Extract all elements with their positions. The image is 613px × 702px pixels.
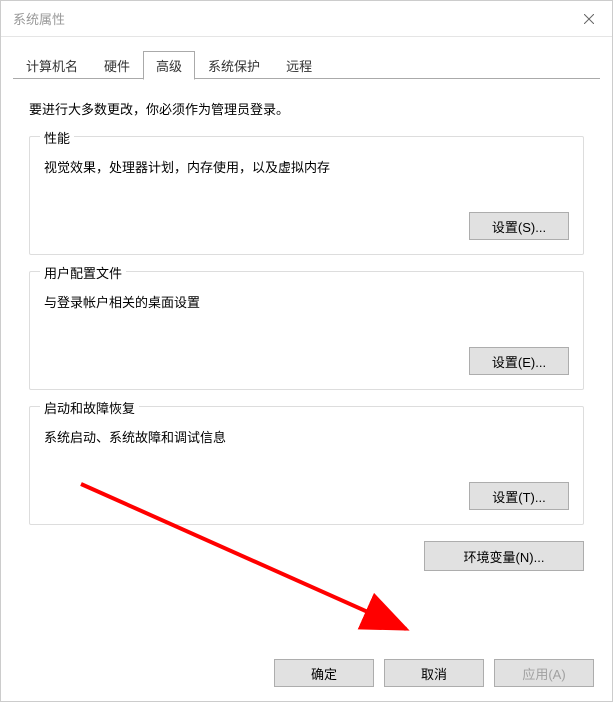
close-button[interactable] <box>566 1 612 37</box>
titlebar: 系统属性 <box>1 1 612 37</box>
user-profiles-group: 用户配置文件 与登录帐户相关的桌面设置 设置(E)... <box>29 271 584 390</box>
tab-strip: 计算机名 硬件 高级 系统保护 远程 <box>13 51 600 79</box>
environment-variables-button[interactable]: 环境变量(N)... <box>424 541 584 571</box>
startup-recovery-title: 启动和故障恢复 <box>40 398 139 417</box>
ok-button[interactable]: 确定 <box>274 659 374 687</box>
performance-desc: 视觉效果，处理器计划，内存使用，以及虚拟内存 <box>44 157 569 176</box>
close-icon <box>584 14 594 24</box>
tab-system-protection[interactable]: 系统保护 <box>195 51 273 79</box>
tab-computer-name[interactable]: 计算机名 <box>13 51 91 79</box>
dialog-buttons: 确定 取消 应用(A) <box>1 645 612 701</box>
performance-settings-button[interactable]: 设置(S)... <box>469 212 569 240</box>
admin-notice: 要进行大多数更改，你必须作为管理员登录。 <box>29 99 584 118</box>
system-properties-window: 系统属性 计算机名 硬件 高级 系统保护 远程 要进行大多数更改，你必须作为管理… <box>0 0 613 702</box>
user-profiles-title: 用户配置文件 <box>40 263 126 282</box>
window-title: 系统属性 <box>13 9 65 28</box>
performance-title: 性能 <box>40 128 74 147</box>
startup-recovery-settings-button[interactable]: 设置(T)... <box>469 482 569 510</box>
startup-recovery-group: 启动和故障恢复 系统启动、系统故障和调试信息 设置(T)... <box>29 406 584 525</box>
startup-recovery-desc: 系统启动、系统故障和调试信息 <box>44 427 569 446</box>
cancel-button[interactable]: 取消 <box>384 659 484 687</box>
tab-remote[interactable]: 远程 <box>273 51 325 79</box>
performance-group: 性能 视觉效果，处理器计划，内存使用，以及虚拟内存 设置(S)... <box>29 136 584 255</box>
tabs-container: 计算机名 硬件 高级 系统保护 远程 <box>1 37 612 79</box>
apply-button[interactable]: 应用(A) <box>494 659 594 687</box>
user-profiles-settings-button[interactable]: 设置(E)... <box>469 347 569 375</box>
user-profiles-desc: 与登录帐户相关的桌面设置 <box>44 292 569 311</box>
tab-content: 要进行大多数更改，你必须作为管理员登录。 性能 视觉效果，处理器计划，内存使用，… <box>1 79 612 645</box>
tab-hardware[interactable]: 硬件 <box>91 51 143 79</box>
tab-advanced[interactable]: 高级 <box>143 51 195 80</box>
